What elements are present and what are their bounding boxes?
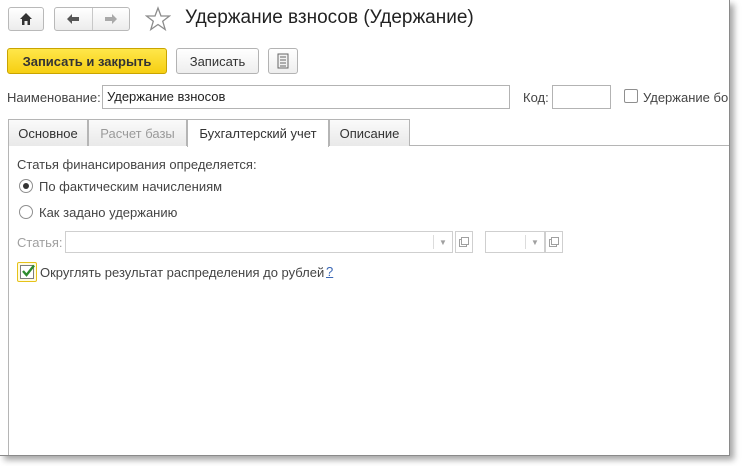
tab-main[interactable]: Основное: [8, 119, 88, 146]
forward-button[interactable]: [92, 8, 129, 30]
radio-as-set-label: Как задано удержанию: [39, 205, 178, 220]
tab-base-calculation[interactable]: Расчет базы: [88, 119, 187, 146]
save-button[interactable]: Записать: [176, 48, 259, 74]
history-navigation: [54, 7, 130, 31]
more-actions-button[interactable]: [268, 48, 298, 74]
star-icon[interactable]: [145, 6, 171, 32]
financing-section-label: Статья финансирования определяется:: [17, 157, 257, 172]
round-to-rubles-checkbox[interactable]: [17, 262, 37, 282]
chevron-down-icon[interactable]: ▼: [434, 232, 452, 252]
window-title: Удержание взносов (Удержание): [185, 7, 474, 28]
help-link[interactable]: ?: [326, 264, 333, 279]
extra-checkbox-label: Удержание бо: [643, 90, 729, 105]
tab-accounting[interactable]: Бухгалтерский учет: [187, 119, 329, 147]
radio-actual-accruals-label: По фактическим начислениям: [39, 179, 223, 194]
checkbox-inner: [20, 264, 35, 279]
code-input[interactable]: [552, 85, 611, 109]
tab-description[interactable]: Описание: [329, 119, 410, 146]
back-button[interactable]: [55, 8, 92, 30]
tab-panel-border: [8, 146, 9, 455]
article-extra-select[interactable]: ▼: [485, 231, 545, 253]
name-label: Наименование:: [7, 90, 101, 105]
name-input[interactable]: Удержание взносов: [102, 85, 510, 109]
chevron-down-icon[interactable]: ▼: [526, 232, 544, 252]
article-label: Статья:: [17, 235, 63, 250]
home-button[interactable]: [8, 7, 44, 31]
article-open-button[interactable]: [455, 231, 473, 253]
arrow-left-icon: [67, 14, 80, 24]
open-form-icon: [459, 237, 469, 247]
form-window: Удержание взносов (Удержание) Записать и…: [0, 0, 730, 456]
document-list-icon: [277, 53, 289, 69]
open-form-icon: [549, 237, 559, 247]
article-select[interactable]: ▼: [65, 231, 453, 253]
extra-checkbox[interactable]: [624, 89, 638, 103]
radio-actual-accruals[interactable]: [19, 179, 33, 193]
checkmark-icon: [22, 264, 35, 277]
arrow-right-icon: [104, 14, 117, 24]
radio-as-set[interactable]: [19, 205, 33, 219]
save-and-close-button[interactable]: Записать и закрыть: [7, 48, 167, 74]
home-icon: [20, 13, 32, 25]
round-to-rubles-label: Округлять результат распределения до руб…: [40, 265, 325, 280]
code-label: Код:: [523, 90, 549, 105]
article-extra-open-button[interactable]: [545, 231, 563, 253]
